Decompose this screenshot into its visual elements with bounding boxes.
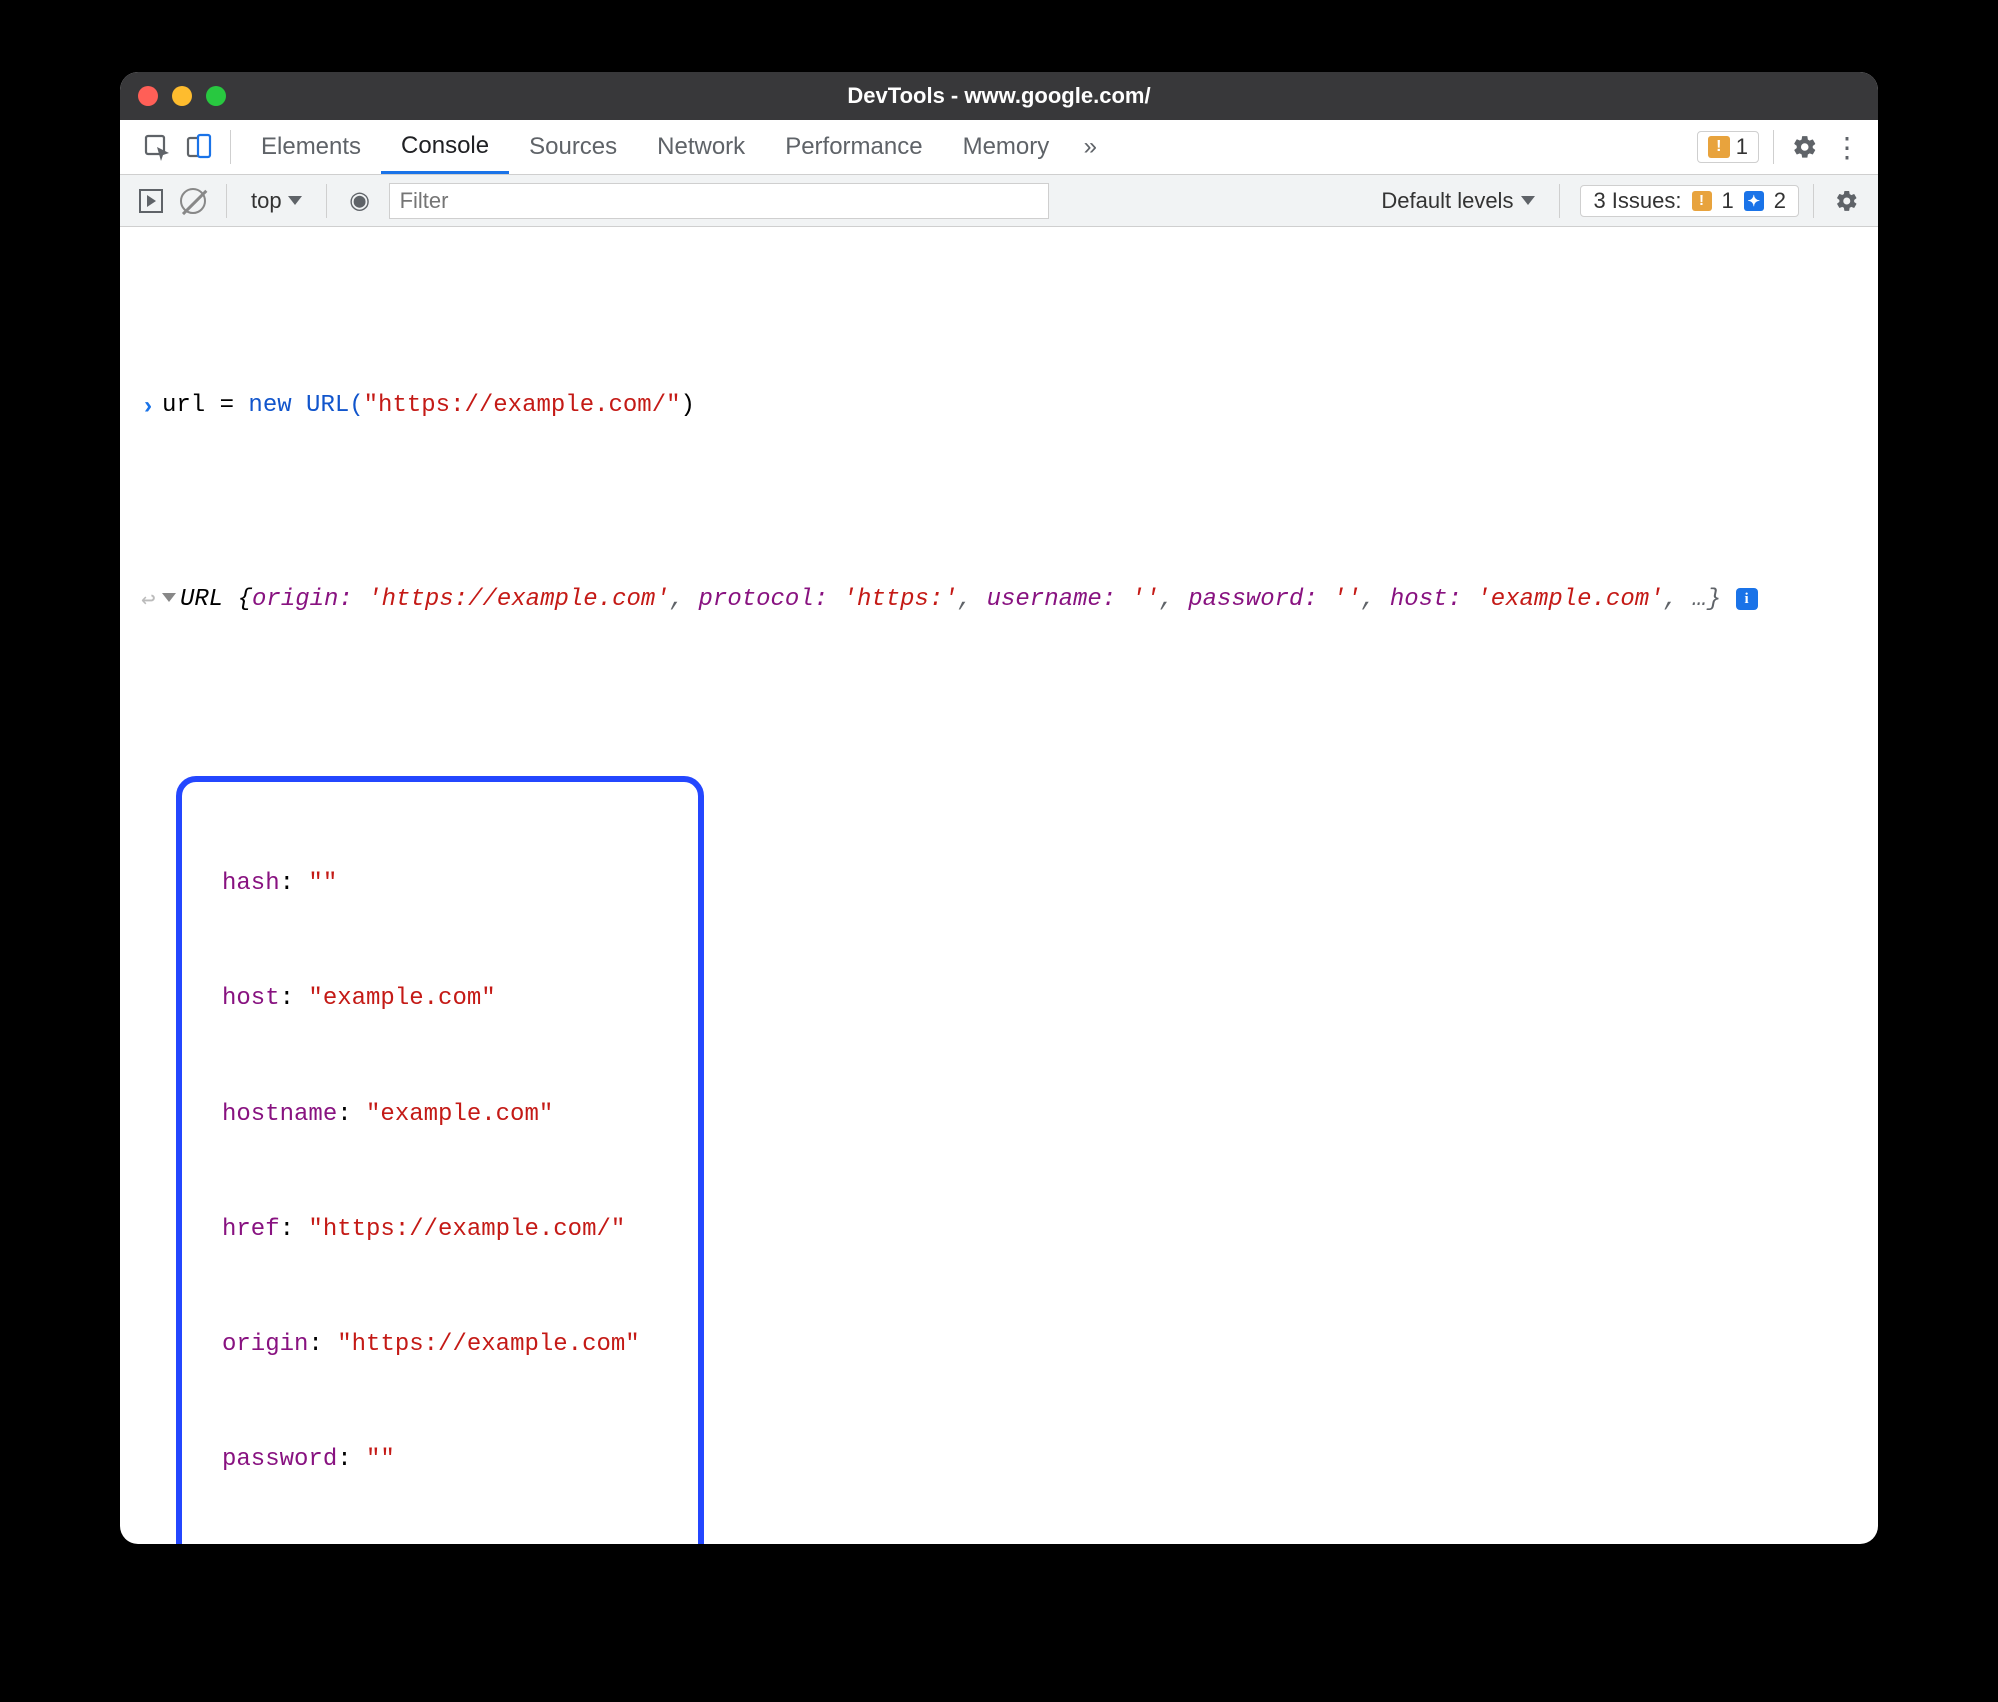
- maximize-window-button[interactable]: [206, 86, 226, 106]
- expand-toggle-icon[interactable]: [162, 593, 176, 602]
- window-title: DevTools - www.google.com/: [120, 83, 1878, 109]
- console-input-code: url = new URL("https://example.com/"): [162, 387, 1878, 425]
- console-output: url = new URL("https://example.com/") ↪ …: [120, 227, 1878, 1544]
- toolbar-divider-3: [1559, 184, 1560, 218]
- tabbar-divider-right: [1773, 130, 1774, 164]
- console-return-row[interactable]: ↪ URL {origin: 'https://example.com', pr…: [120, 581, 1878, 621]
- traffic-lights: [138, 86, 226, 106]
- more-tabs-icon[interactable]: »: [1069, 126, 1111, 168]
- info-badge-icon[interactable]: i: [1736, 588, 1758, 610]
- prop-password[interactable]: password: "": [188, 1441, 678, 1479]
- live-expression-icon[interactable]: ◉: [341, 182, 379, 220]
- kebab-menu-icon[interactable]: ⋮: [1826, 126, 1868, 168]
- prop-hostname[interactable]: hostname: "example.com": [188, 1096, 678, 1134]
- log-levels-dropdown[interactable]: Default levels: [1371, 188, 1545, 214]
- toolbar-divider-2: [326, 184, 327, 218]
- tab-sources[interactable]: Sources: [509, 120, 637, 174]
- toolbar-divider: [226, 184, 227, 218]
- return-arrow-icon: ↪: [134, 581, 162, 621]
- settings-icon[interactable]: [1784, 126, 1826, 168]
- tab-elements[interactable]: Elements: [241, 120, 381, 174]
- main-tabbar: Elements Console Sources Network Perform…: [120, 120, 1878, 175]
- prop-host[interactable]: host: "example.com": [188, 980, 678, 1018]
- device-toolbar-icon[interactable]: [178, 126, 220, 168]
- tabbar-divider: [230, 130, 231, 164]
- warning-icon: !: [1692, 191, 1712, 211]
- issues-label: 3 Issues:: [1593, 188, 1681, 214]
- console-return: URL {origin: 'https://example.com', prot…: [162, 581, 1878, 619]
- console-input-row[interactable]: url = new URL("https://example.com/"): [120, 387, 1878, 427]
- toolbar-divider-4: [1813, 184, 1814, 218]
- issues-info-count: 2: [1774, 188, 1786, 214]
- chevron-down-icon: [1521, 196, 1535, 205]
- tab-console[interactable]: Console: [381, 120, 509, 174]
- execution-context-label: top: [251, 188, 282, 214]
- log-levels-label: Default levels: [1381, 188, 1513, 214]
- info-icon: ✦: [1744, 191, 1764, 211]
- console-toolbar: top ◉ Default levels 3 Issues: ! 1 ✦ 2: [120, 175, 1878, 227]
- tab-memory[interactable]: Memory: [943, 120, 1070, 174]
- execution-context-dropdown[interactable]: top: [241, 186, 312, 216]
- clear-console-icon[interactable]: [174, 182, 212, 220]
- chevron-down-icon: [288, 196, 302, 205]
- issues-warn-count: 1: [1722, 188, 1734, 214]
- prop-hash[interactable]: hash: "": [188, 865, 678, 903]
- devtools-window: DevTools - www.google.com/ Elements Cons…: [120, 72, 1878, 1544]
- issues-box[interactable]: 3 Issues: ! 1 ✦ 2: [1580, 185, 1799, 217]
- warnings-pill[interactable]: 1: [1697, 131, 1759, 163]
- show-console-sidebar-icon[interactable]: [132, 182, 170, 220]
- prompt-icon: [134, 387, 162, 427]
- filter-input[interactable]: [389, 183, 1049, 219]
- warning-count: 1: [1736, 134, 1748, 160]
- warning-icon: [1708, 136, 1730, 158]
- window-titlebar: DevTools - www.google.com/: [120, 72, 1878, 120]
- console-settings-icon[interactable]: [1828, 182, 1866, 220]
- inspect-element-icon[interactable]: [136, 126, 178, 168]
- tab-performance[interactable]: Performance: [765, 120, 942, 174]
- own-properties-highlight: hash: "" host: "example.com" hostname: "…: [176, 776, 704, 1544]
- tab-network[interactable]: Network: [637, 120, 765, 174]
- minimize-window-button[interactable]: [172, 86, 192, 106]
- prop-href[interactable]: href: "https://example.com/": [188, 1211, 678, 1249]
- close-window-button[interactable]: [138, 86, 158, 106]
- prop-origin[interactable]: origin: "https://example.com": [188, 1326, 678, 1364]
